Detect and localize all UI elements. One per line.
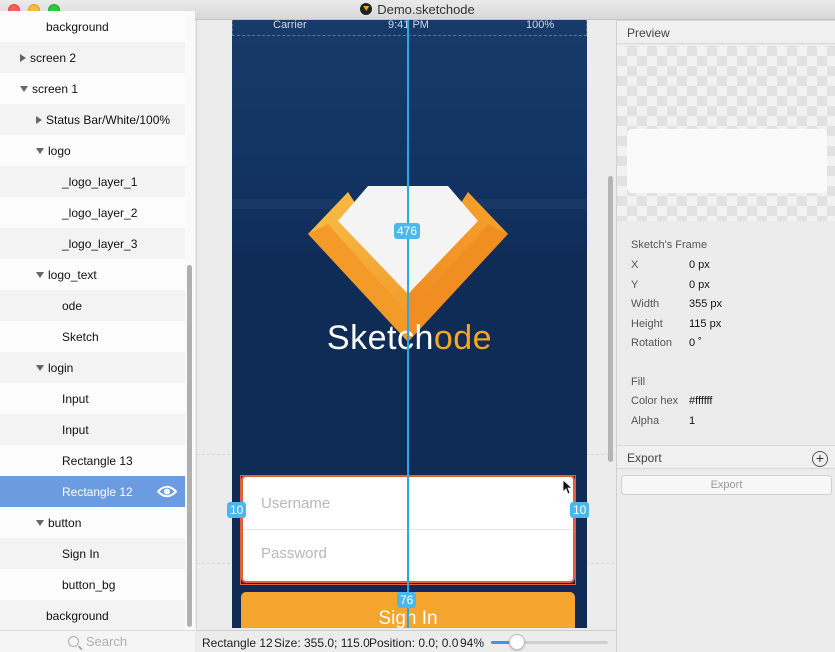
layer-row[interactable]: Sign In — [0, 538, 185, 569]
layer-label: _logo_layer_1 — [62, 174, 138, 189]
fill-title: Fill — [631, 376, 646, 388]
disclosure-expanded-icon[interactable] — [20, 85, 28, 92]
measure-badge-right: 10 — [570, 502, 590, 518]
prop-label: Rotation — [631, 337, 672, 349]
selected-size: Size: 355.0; 115.0 — [274, 636, 370, 650]
layer-label: Input — [62, 422, 89, 437]
layer-row[interactable]: ode — [0, 290, 185, 321]
inspector-panel: Preview Sketch's Frame X 0 px Y 0 px Width 35… — [616, 20, 835, 652]
layer-label: Rectangle 13 — [62, 453, 133, 468]
layer-row[interactable]: Rectangle 12 — [0, 476, 185, 507]
disclosure-collapsed-icon[interactable] — [20, 53, 26, 62]
measure-badge-top: 476 — [394, 223, 421, 239]
layer-row[interactable]: background — [0, 600, 185, 630]
prop-label: Color hex — [631, 395, 679, 407]
prop-value[interactable]: 0 px — [689, 279, 710, 291]
logo-text-sketch: Sketch — [326, 319, 434, 357]
prop-label: Y — [631, 278, 639, 291]
layer-label: screen 1 — [32, 81, 79, 96]
layer-label: screen 2 — [30, 50, 77, 65]
layers-scrollbar[interactable] — [187, 265, 192, 627]
preview-shape — [627, 129, 827, 193]
app-icon — [360, 3, 373, 15]
battery-text: 100% — [526, 20, 555, 31]
layer-label: logo — [48, 143, 71, 158]
logo-text[interactable]: Sketchode — [232, 319, 587, 358]
layer-row[interactable]: Status Bar/White/100% — [0, 104, 185, 135]
layer-row[interactable]: login — [0, 352, 185, 383]
layers-panel: background screen 2 screen 1 Status Bar/Whi… — [0, 11, 195, 630]
search-icon — [67, 636, 79, 647]
carrier-text: Carrier — [273, 20, 307, 31]
layer-label: button_bg — [62, 577, 116, 592]
prop-value[interactable]: 355 px — [689, 298, 722, 310]
prop-label: Alpha — [631, 414, 660, 427]
pointer-cursor-icon — [563, 480, 573, 495]
disclosure-expanded-icon[interactable] — [36, 147, 44, 154]
layer-label: ode — [62, 298, 83, 313]
add-export-icon[interactable]: + — [812, 451, 828, 467]
prop-value[interactable]: #ffffff — [689, 395, 712, 407]
disclosure-expanded-icon[interactable] — [36, 364, 44, 371]
selected-position: Position: 0.0; 0.0 — [369, 636, 459, 650]
prop-label: X — [631, 259, 639, 271]
layer-row[interactable]: Rectangle 13 — [0, 445, 185, 476]
layer-row[interactable]: _logo_layer_1 — [0, 166, 185, 197]
layer-row[interactable]: button — [0, 507, 185, 538]
layer-label: Sign In — [62, 546, 100, 561]
eye-icon[interactable] — [157, 485, 177, 498]
layer-label: Sketch — [62, 329, 99, 344]
logo-text-ode: ode — [433, 319, 493, 357]
layer-row[interactable]: Input — [0, 414, 185, 445]
layer-row[interactable]: logo_text — [0, 259, 185, 290]
layer-label: Input — [62, 391, 89, 406]
status-bar-layer[interactable]: Carrier 9:41 PM 100% — [232, 20, 587, 36]
layer-label: Status Bar/White/100% — [46, 112, 171, 127]
zoom-percent: 94% — [460, 636, 485, 650]
layer-row[interactable]: screen 1 — [0, 73, 185, 104]
selected-layer-name: Rectangle 12 — [202, 636, 273, 650]
layer-row[interactable]: logo — [0, 135, 185, 166]
window-title: Demo.sketchode — [377, 2, 475, 17]
measure-badge-left: 10 — [227, 502, 247, 518]
disclosure-expanded-icon[interactable] — [36, 271, 44, 278]
search-placeholder: Search — [85, 634, 128, 649]
export-button[interactable]: Export — [621, 475, 832, 495]
preview-header: Preview — [617, 20, 835, 44]
canvas-status-bar: Rectangle 12 Size: 355.0; 115.0 Position… — [196, 630, 616, 652]
prop-value[interactable]: 1 — [689, 415, 695, 427]
layer-label: logo_text — [48, 267, 97, 282]
vertical-measure-line — [407, 20, 409, 628]
layer-row[interactable]: button_bg — [0, 569, 185, 600]
layer-label: button — [48, 515, 82, 530]
export-header: Export — [617, 445, 835, 469]
frame-title: Sketch's Frame — [631, 239, 708, 251]
canvas[interactable]: Carrier 9:41 PM 100% Sketchode Username — [196, 20, 614, 628]
layer-label: background — [46, 608, 109, 623]
layer-label: background — [46, 19, 109, 34]
measure-badge-bottom: 76 — [397, 592, 417, 608]
layer-row[interactable]: Input — [0, 383, 185, 414]
disclosure-collapsed-icon[interactable] — [36, 115, 42, 124]
disclosure-expanded-icon[interactable] — [36, 519, 44, 526]
layer-label: _logo_layer_2 — [62, 205, 138, 220]
layer-row[interactable]: _logo_layer_3 — [0, 228, 185, 259]
prop-label: Width — [631, 298, 660, 310]
canvas-scrollbar[interactable] — [608, 176, 613, 462]
layer-row[interactable]: _logo_layer_2 — [0, 197, 185, 228]
prop-value[interactable]: 115 px — [689, 318, 721, 330]
prop-value[interactable]: 0 px — [689, 259, 710, 271]
layer-row[interactable]: screen 2 — [0, 42, 185, 73]
layer-label: login — [48, 360, 74, 375]
layer-row[interactable]: Sketch — [0, 321, 185, 352]
layer-label: _logo_layer_3 — [62, 236, 138, 251]
zoom-slider-knob[interactable] — [508, 634, 525, 650]
prop-label: Height — [631, 317, 663, 330]
layer-row[interactable]: background — [0, 11, 185, 42]
preview-area — [617, 46, 835, 221]
layer-label: Rectangle 12 — [62, 484, 133, 499]
layer-search[interactable]: Search — [0, 630, 195, 652]
prop-value[interactable]: 0 ˚ — [689, 337, 702, 349]
